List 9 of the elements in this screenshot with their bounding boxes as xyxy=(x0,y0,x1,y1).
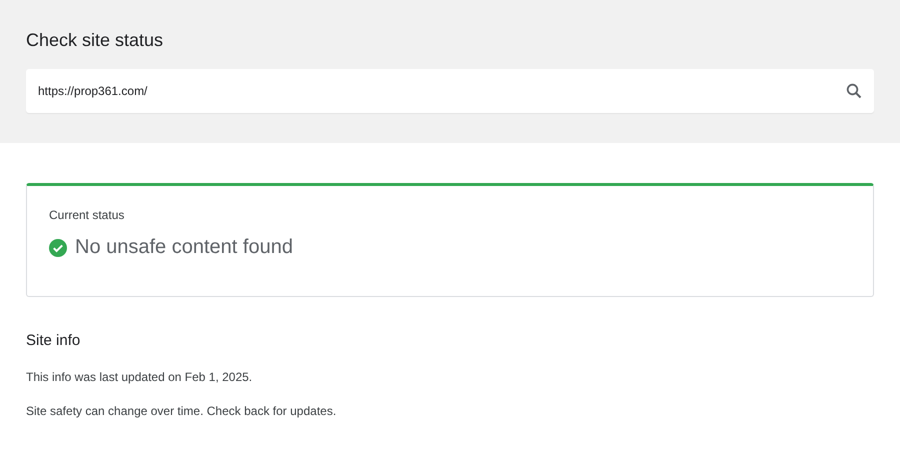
page-title: Check site status xyxy=(26,29,164,52)
check-circle-icon xyxy=(49,238,67,256)
search-field[interactable]: https://prop361.com/ xyxy=(26,69,874,113)
status-label: Current status xyxy=(49,208,126,222)
section-heading: Site info xyxy=(26,332,82,349)
info-text: This info was last updated on Feb 1, 2025. xyxy=(26,370,254,384)
info-text: Site safety can change over time. Check back for updates. xyxy=(26,404,338,418)
status-text: No unsafe content found xyxy=(75,236,293,259)
search-icon[interactable] xyxy=(846,83,862,99)
